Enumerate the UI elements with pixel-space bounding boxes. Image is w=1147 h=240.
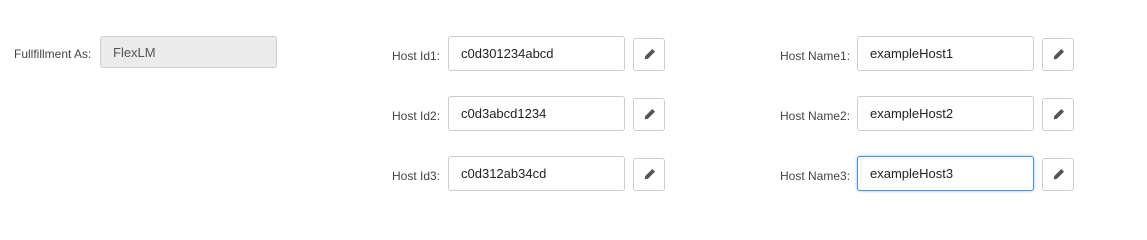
edit-host-id2-button[interactable]: [633, 98, 665, 131]
host-id3-label: Host Id3:: [392, 169, 441, 183]
host-name1-label: Host Name1:: [780, 49, 851, 63]
host-name3-input[interactable]: [857, 156, 1034, 191]
pencil-icon: [644, 168, 655, 180]
host-name3-label: Host Name3:: [780, 169, 851, 183]
host-configuration-form: Fullfillment As: Host Id1: Host Id2: Hos…: [0, 0, 1147, 230]
fulfillment-label: Fullfillment As:: [14, 47, 92, 61]
pencil-icon: [1053, 168, 1064, 180]
edit-host-name3-button[interactable]: [1042, 158, 1074, 191]
host-id2-input[interactable]: [448, 96, 625, 131]
fulfillment-field: [100, 36, 277, 68]
pencil-icon: [644, 108, 655, 120]
host-name2-input[interactable]: [857, 96, 1034, 131]
edit-host-name1-button[interactable]: [1042, 38, 1074, 71]
host-id2-label: Host Id2:: [392, 109, 441, 123]
host-id1-label: Host Id1:: [392, 49, 441, 63]
pencil-icon: [1053, 108, 1064, 120]
pencil-icon: [644, 48, 655, 60]
edit-host-id1-button[interactable]: [633, 38, 665, 71]
host-name2-label: Host Name2:: [780, 109, 851, 123]
edit-host-id3-button[interactable]: [633, 158, 665, 191]
edit-host-name2-button[interactable]: [1042, 98, 1074, 131]
host-id3-input[interactable]: [448, 156, 625, 191]
host-name1-input[interactable]: [857, 36, 1034, 71]
host-id1-input[interactable]: [448, 36, 625, 71]
pencil-icon: [1053, 48, 1064, 60]
